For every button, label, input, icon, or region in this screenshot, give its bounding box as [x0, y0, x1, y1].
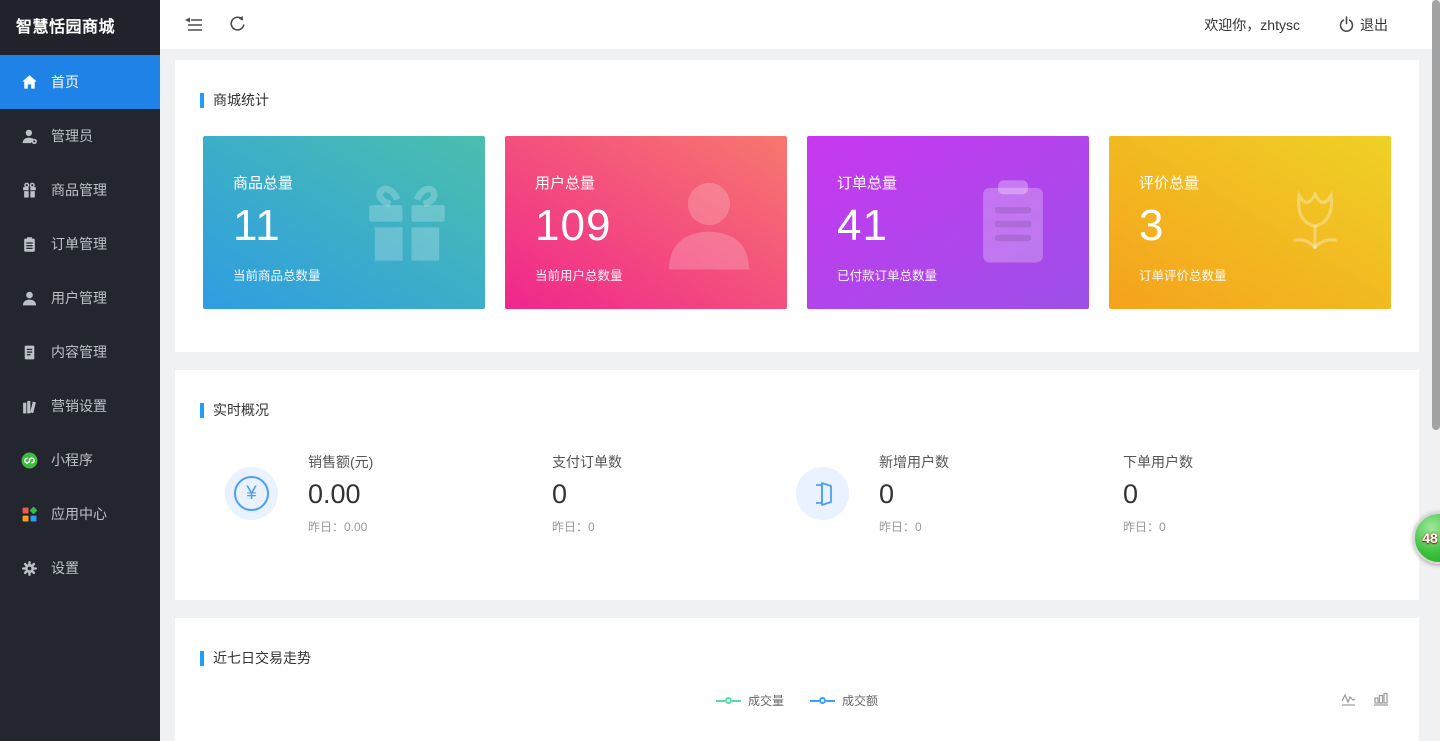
app-grid-icon: [21, 506, 38, 523]
bar-chart-icon[interactable]: [1373, 692, 1389, 713]
flower-icon: [1267, 174, 1363, 275]
header-right: 欢迎你，zhtysc 退出: [1204, 15, 1440, 35]
sidebar-item-label: 小程序: [51, 450, 93, 470]
sidebar-item-home[interactable]: 首页: [0, 55, 160, 109]
app-logo: 智慧恬园商城: [0, 0, 160, 55]
stat-card-goods: 商品总量 11 当前商品总数量: [203, 136, 485, 309]
sidebar-item-appcenter[interactable]: 应用中心: [0, 487, 160, 541]
main-content: 商城统计 商品总量 11 当前商品总数量 用户总量 109 当前用户总数量: [160, 50, 1440, 741]
logout-label: 退出: [1360, 15, 1388, 35]
legend-item-volume[interactable]: 成交量: [716, 692, 784, 709]
sidebar-item-label: 管理员: [51, 126, 93, 146]
sidebar-item-content[interactable]: 内容管理: [0, 325, 160, 379]
sidebar-item-label: 设置: [51, 558, 79, 578]
clipboard-icon: [21, 236, 38, 253]
gift-icon: [357, 174, 457, 279]
realtime-stats-row: ¥ 销售额(元) 0.00 昨日：0.00 支付订单数 0 昨日：0 新增用户数: [175, 452, 1419, 535]
stat-cards-row: 商品总量 11 当前商品总数量 用户总量 109 当前用户总数量: [175, 110, 1419, 309]
admin-icon: [21, 128, 38, 145]
title-accent-bar: [200, 403, 204, 418]
sidebar-item-label: 用户管理: [51, 288, 107, 308]
sidebar-item-label: 首页: [51, 72, 79, 92]
badge-count: 48: [1422, 530, 1438, 546]
miniprogram-icon: [21, 452, 38, 469]
realtime-stat-new-users: 新增用户数 0 昨日：0: [879, 452, 1123, 535]
stats-section-title: 商城统计: [175, 60, 1419, 110]
realtime-stat-ordering-users: 下单用户数 0 昨日：0: [1123, 452, 1367, 535]
trend-section-title: 近七日交易走势: [175, 618, 1419, 668]
sidebar-item-goods[interactable]: 商品管理: [0, 163, 160, 217]
power-icon: [1338, 16, 1355, 33]
clipboard-icon: [965, 174, 1061, 275]
top-header: 欢迎你，zhtysc 退出: [160, 0, 1440, 50]
realtime-section-title: 实时概况: [175, 370, 1419, 420]
sidebar-item-marketing[interactable]: 营销设置: [0, 379, 160, 433]
menu-fold-icon[interactable]: [182, 14, 204, 36]
refresh-icon[interactable]: [226, 14, 248, 36]
legend-item-amount[interactable]: 成交额: [810, 692, 878, 709]
chart-toolbox: [1341, 692, 1389, 713]
sidebar-item-admin[interactable]: 管理员: [0, 109, 160, 163]
stat-card-orders: 订单总量 41 已付款订单总数量: [807, 136, 1089, 309]
sidebar-item-label: 订单管理: [51, 234, 107, 254]
logout-button[interactable]: 退出: [1338, 15, 1388, 35]
title-accent-bar: [200, 93, 204, 108]
sidebar-item-label: 应用中心: [51, 504, 107, 524]
sidebar-item-label: 商品管理: [51, 180, 107, 200]
dashboard-screen: 智慧恬园商城 首页 管理员 商品管理 订单管理: [0, 0, 1440, 741]
sidebar: 智慧恬园商城 首页 管理员 商品管理 订单管理: [0, 0, 160, 741]
sidebar-item-miniprogram[interactable]: 小程序: [0, 433, 160, 487]
stat-card-users: 用户总量 109 当前用户总数量: [505, 136, 787, 309]
line-chart-icon[interactable]: [1341, 692, 1357, 713]
person-icon: [659, 174, 759, 279]
books-icon: [21, 398, 38, 415]
home-icon: [21, 74, 38, 91]
gift-icon: [21, 182, 38, 199]
gear-icon: [21, 560, 38, 577]
user-icon: [21, 290, 38, 307]
chart-legend: 成交量 成交额: [175, 692, 1419, 709]
stats-panel: 商城统计 商品总量 11 当前商品总数量 用户总量 109 当前用户总数量: [175, 60, 1419, 352]
stat-card-reviews: 评价总量 3 订单评价总数量: [1109, 136, 1391, 309]
realtime-stat-sales: 销售额(元) 0.00 昨日：0.00: [308, 452, 552, 535]
sidebar-item-label: 内容管理: [51, 342, 107, 362]
scrollbar-track: [1432, 0, 1440, 741]
trend-panel: 近七日交易走势 成交量 成交额: [175, 618, 1419, 741]
scrollbar-thumb[interactable]: [1432, 0, 1440, 430]
realtime-stat-paid-orders: 支付订单数 0 昨日：0: [552, 452, 796, 535]
sidebar-item-label: 营销设置: [51, 396, 107, 416]
yen-circle-icon: ¥: [225, 467, 278, 520]
title-accent-bar: [200, 651, 204, 666]
sidebar-item-users[interactable]: 用户管理: [0, 271, 160, 325]
document-icon: [21, 344, 38, 361]
welcome-text: 欢迎你，zhtysc: [1204, 15, 1300, 35]
sidebar-item-orders[interactable]: 订单管理: [0, 217, 160, 271]
realtime-panel: 实时概况 ¥ 销售额(元) 0.00 昨日：0.00 支付订单数 0 昨日：0: [175, 370, 1419, 600]
door-icon: [796, 467, 849, 520]
sidebar-item-settings[interactable]: 设置: [0, 541, 160, 595]
